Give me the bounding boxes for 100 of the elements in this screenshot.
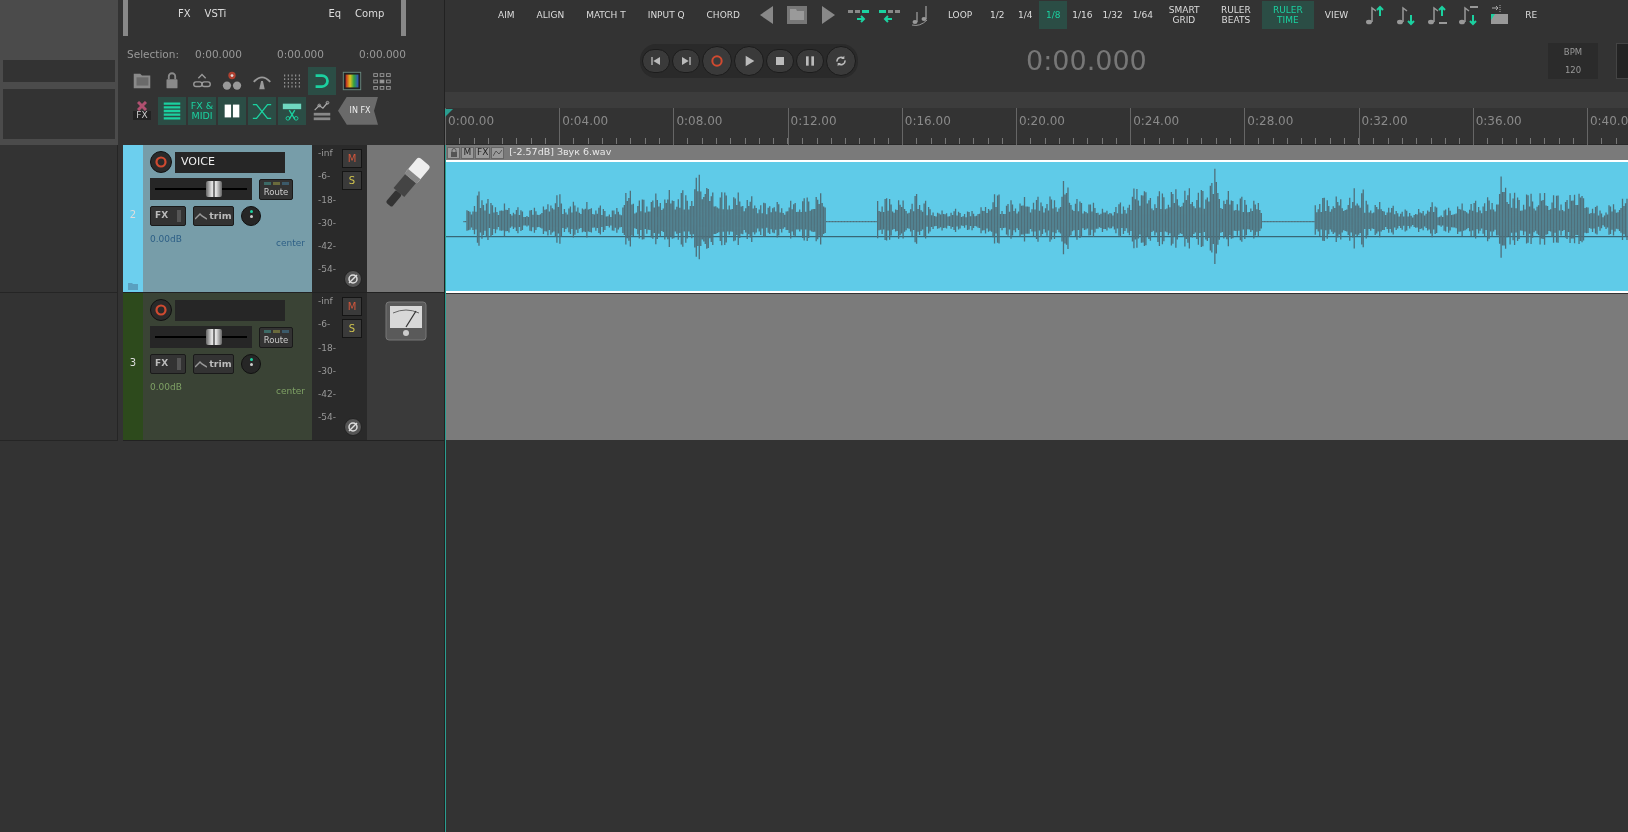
record-arm-button[interactable]: [150, 151, 172, 173]
solo-button[interactable]: S: [342, 171, 362, 190]
volume-readout: 0.00dB: [150, 381, 182, 394]
folder-icon: [128, 282, 138, 290]
track-number: 3: [129, 356, 137, 370]
signature-display: [1616, 43, 1628, 79]
volume-readout: 0.00dB: [150, 233, 182, 246]
solo-button[interactable]: S: [342, 319, 362, 338]
meter-scale-label: -42-: [318, 388, 337, 402]
fx-bypass-button[interactable]: FX: [128, 96, 156, 125]
time-display: 0:00.000: [1026, 43, 1147, 78]
tempo-label: BPM: [1563, 45, 1583, 59]
pan-readout: center: [276, 237, 305, 250]
track-name-field[interactable]: [175, 299, 285, 321]
pan-knob[interactable]: [241, 206, 261, 226]
fx-midi-button[interactable]: FX & MIDI: [188, 96, 216, 125]
rack-label[interactable]: FX: [178, 6, 191, 21]
track-number: 2: [129, 208, 137, 222]
item-envelope-button[interactable]: [491, 146, 505, 159]
toolbar-button[interactable]: MATCH T: [575, 1, 637, 29]
rack-label[interactable]: VSTi: [204, 6, 227, 21]
toolbar-button[interactable]: SMART GRID: [1157, 1, 1210, 29]
spectrum-icon: [341, 69, 363, 92]
toolbar-button[interactable]: RULER BEATS: [1209, 1, 1262, 29]
record-icon: [709, 53, 725, 69]
toolbar-button[interactable]: RE: [1514, 1, 1549, 29]
stop-button[interactable]: [766, 49, 794, 73]
meter-scale-label: -54-: [318, 411, 337, 425]
toolbar-button[interactable]: CHORD: [695, 1, 751, 29]
item-name: [-2.57dB] Звук 6.wav: [509, 145, 612, 160]
item-lock-button[interactable]: [447, 146, 460, 159]
toolbar-button[interactable]: [278, 96, 306, 125]
trim-button[interactable]: trim: [193, 354, 234, 374]
toolbar-button[interactable]: RULER TIME: [1261, 1, 1314, 29]
meter-scale-label: -30-: [318, 364, 337, 378]
item-header[interactable]: M FX [-2.57dB] Звук 6.wav: [446, 145, 1628, 160]
pan-readout: center: [276, 385, 305, 398]
input-fx-button[interactable]: IN FX: [338, 96, 378, 125]
route-button[interactable]: Route: [259, 326, 293, 348]
pause-button[interactable]: [796, 49, 824, 73]
toolbar-button[interactable]: LOOP: [936, 1, 984, 29]
fader-thumb[interactable]: [205, 329, 222, 345]
ruler-time-label: 0:08.00: [673, 108, 788, 145]
meter-scale-label: -42-: [318, 240, 337, 254]
grid-division-button[interactable]: 1/32: [1097, 1, 1128, 29]
track-name-field[interactable]: VOICE: [175, 151, 285, 173]
toolbar-button[interactable]: VIEW: [1313, 1, 1360, 29]
toolbar-button[interactable]: AIM: [487, 1, 526, 29]
grid-division-button[interactable]: 1/4: [1011, 1, 1040, 29]
vu-meter-icon: [384, 301, 427, 341]
tempo-value: 120: [1564, 63, 1582, 77]
lock-icon: [449, 148, 458, 157]
toolbar-button[interactable]: [218, 96, 246, 125]
volume-fader[interactable]: [150, 178, 252, 200]
pan-knob[interactable]: [241, 354, 261, 374]
phase-button[interactable]: [344, 418, 362, 436]
track-panel[interactable]: VOICE Route FX trim 0.00dB center: [143, 145, 312, 292]
rack-label[interactable]: Comp: [355, 6, 385, 21]
toolbar-button[interactable]: ALIGN: [525, 1, 576, 29]
meter-scale-label: -54-: [318, 263, 337, 277]
record-button[interactable]: [702, 46, 732, 76]
toolbar-button[interactable]: INPUT Q: [636, 1, 696, 29]
fx-button[interactable]: FX: [150, 354, 186, 374]
grid-division-button[interactable]: 1/64: [1127, 1, 1158, 29]
meter-scale-label: -18-: [318, 341, 337, 355]
grid-division-button[interactable]: 1/16: [1067, 1, 1098, 29]
toolbar-button[interactable]: [158, 96, 186, 125]
meter-scale-label: -6-: [318, 170, 332, 184]
grid-division-button[interactable]: 1/8: [1039, 1, 1068, 29]
fx-button[interactable]: FX: [150, 206, 186, 226]
envelope-points-icon: [311, 99, 333, 122]
end-button[interactable]: [672, 49, 700, 73]
trim-button[interactable]: trim: [193, 206, 234, 226]
fader-thumb[interactable]: [205, 181, 222, 197]
repeat-button[interactable]: [826, 46, 856, 76]
track-color-strip[interactable]: 3: [123, 293, 143, 440]
project-icon: [785, 3, 810, 27]
record-arm-button[interactable]: [150, 299, 172, 321]
tempo-display[interactable]: BPM 120: [1548, 43, 1598, 79]
track-lane[interactable]: [446, 293, 1628, 440]
selection-label: Selection:: [127, 47, 180, 62]
route-button[interactable]: Route: [259, 178, 293, 200]
meter-scale-label: -inf: [318, 295, 334, 308]
volume-fader[interactable]: [150, 326, 252, 348]
ruler-time-label: 0:28.00: [1244, 108, 1359, 145]
track-panel[interactable]: Route FX trim 0.00dB center: [143, 293, 312, 440]
record-icon: [154, 155, 168, 169]
meter-scale-label: -6-: [318, 318, 332, 332]
item-button[interactable]: M: [461, 146, 474, 159]
rack-label[interactable]: Eq: [328, 6, 342, 21]
envelope-icon: [195, 212, 208, 220]
phase-button[interactable]: [344, 270, 362, 288]
play-button[interactable]: [734, 46, 764, 76]
item-button[interactable]: FX: [475, 146, 491, 159]
selection-time: 0:00.000: [277, 47, 325, 62]
start-button[interactable]: [642, 49, 670, 73]
grid-division-button[interactable]: 1/2: [983, 1, 1012, 29]
toolbar-button[interactable]: [248, 96, 276, 125]
cross-icon: [137, 101, 147, 112]
toolbar-button[interactable]: [308, 66, 336, 95]
